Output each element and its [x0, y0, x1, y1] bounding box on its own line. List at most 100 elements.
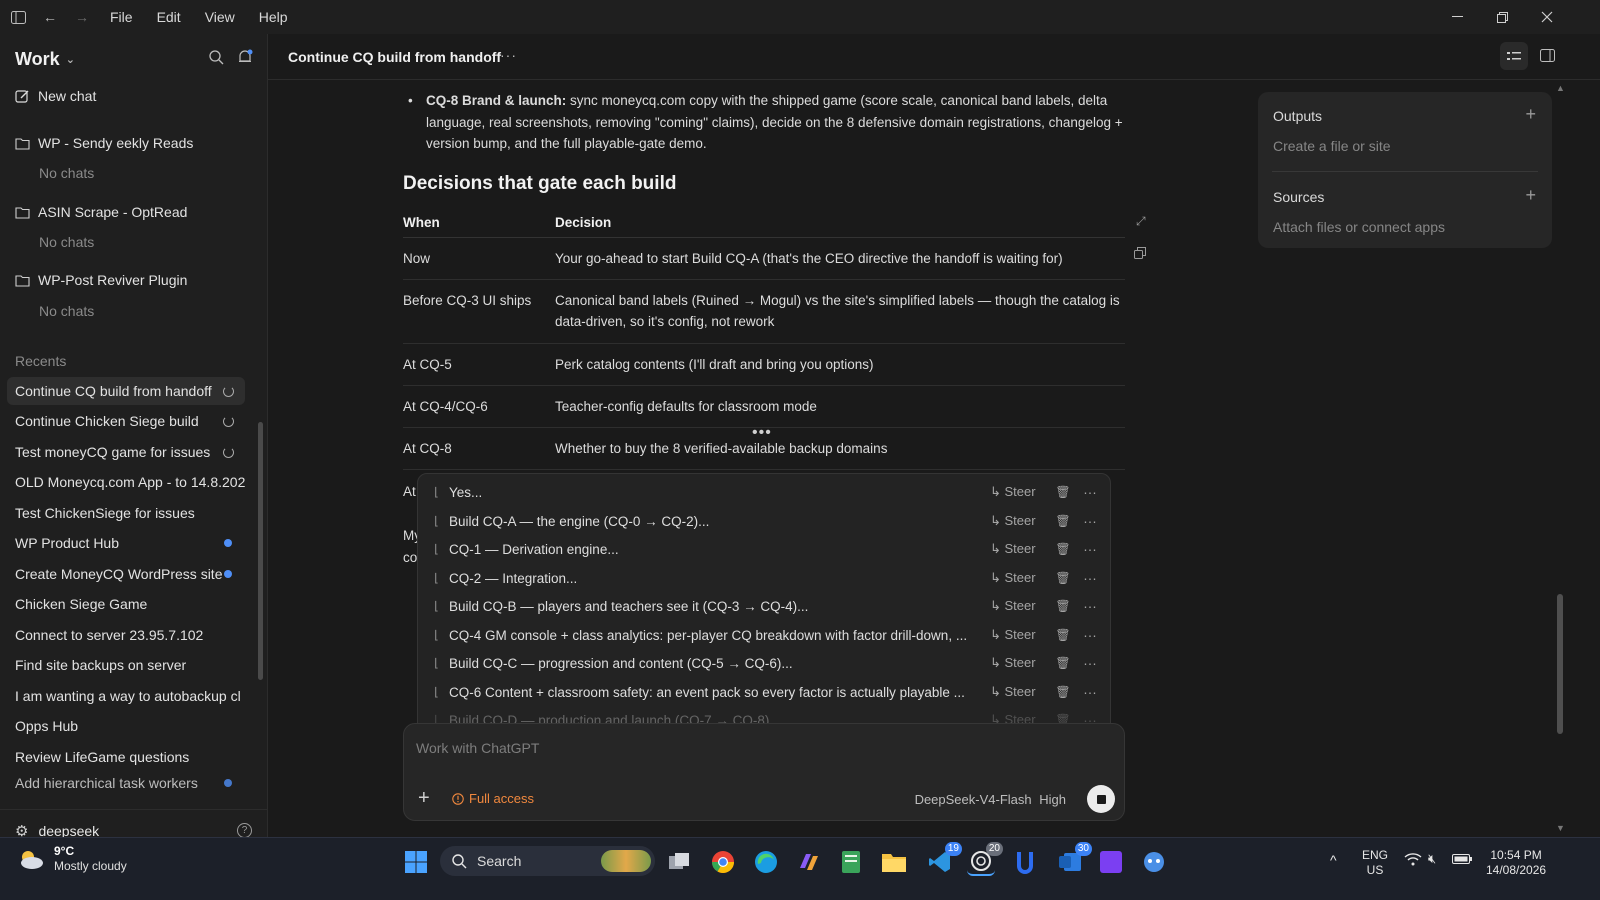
- recent-chat-item[interactable]: Find site backups on server: [7, 651, 245, 679]
- volume-muted-icon[interactable]: 🔇︎: [1428, 851, 1436, 867]
- trash-icon[interactable]: 🗑: [1050, 628, 1076, 642]
- model-selector[interactable]: DeepSeek-V4-Flash High: [915, 792, 1066, 807]
- project-item[interactable]: WP-Post Reviver Plugin: [15, 272, 187, 288]
- file-explorer-icon[interactable]: [880, 848, 908, 876]
- trash-icon[interactable]: 🗑: [1050, 485, 1076, 499]
- battery-icon[interactable]: [1452, 852, 1472, 868]
- close-button[interactable]: [1524, 0, 1570, 34]
- notepad-app-icon[interactable]: [837, 848, 865, 876]
- queued-message[interactable]: ⌊ CQ-6 Content + classroom safety: an eve…: [418, 678, 1110, 706]
- more-options-icon[interactable]: ···: [1076, 599, 1104, 614]
- steer-button[interactable]: ↳ Steer: [990, 484, 1050, 500]
- queued-message[interactable]: ⌊ Build CQ-C — progression and content (C…: [418, 649, 1110, 677]
- recent-chat-item[interactable]: Chicken Siege Game: [7, 590, 245, 618]
- wifi-icon[interactable]: [1404, 852, 1422, 869]
- recent-chat-item[interactable]: Create MoneyCQ WordPress site: [7, 560, 245, 588]
- game-controller-icon[interactable]: [1140, 848, 1168, 876]
- recent-chat-item[interactable]: Test moneyCQ game for issues: [7, 438, 245, 466]
- trash-icon[interactable]: 🗑: [1050, 542, 1076, 556]
- recent-chat-item[interactable]: Continue Chicken Siege build: [7, 407, 245, 435]
- scroll-down-arrow-icon[interactable]: ▼: [1556, 823, 1565, 833]
- steer-button[interactable]: ↳ Steer: [990, 570, 1050, 586]
- queued-message[interactable]: ⌊ Yes... ↳ Steer 🗑 ···: [418, 478, 1110, 506]
- steer-button[interactable]: ↳ Steer: [990, 541, 1050, 557]
- new-chat-button[interactable]: New chat: [15, 88, 96, 104]
- chrome-icon[interactable]: [709, 848, 737, 876]
- add-source-icon[interactable]: +: [1525, 185, 1536, 206]
- expand-table-icon[interactable]: ⤢: [1136, 214, 1146, 229]
- steer-button[interactable]: ↳ Steer: [990, 598, 1050, 614]
- queued-message[interactable]: ⌊ CQ-2 — Integration... ↳ Steer 🗑 ···: [418, 564, 1110, 592]
- workspace-switcher[interactable]: Work ⌄: [15, 49, 75, 70]
- steer-button[interactable]: ↳ Steer: [990, 627, 1050, 643]
- language-indicator[interactable]: ENG US: [1362, 848, 1388, 878]
- more-options-icon[interactable]: ···: [1076, 685, 1104, 700]
- more-options-icon[interactable]: ···: [1076, 571, 1104, 586]
- recent-chat-item[interactable]: WP Product Hub: [7, 529, 245, 557]
- trash-icon[interactable]: 🗑: [1050, 514, 1076, 528]
- forward-arrow-icon[interactable]: →: [72, 7, 92, 27]
- start-button[interactable]: [402, 848, 430, 876]
- sidebar-scrollbar[interactable]: [258, 422, 263, 680]
- taskbar-search[interactable]: Search: [440, 846, 655, 876]
- show-hidden-icons-icon[interactable]: ^: [1330, 852, 1337, 868]
- add-output-icon[interactable]: +: [1525, 104, 1536, 125]
- stop-button[interactable]: [1087, 785, 1115, 813]
- side-panel-toggle-icon[interactable]: [1540, 49, 1555, 65]
- recent-chat-item[interactable]: Connect to server 23.95.7.102: [7, 621, 245, 649]
- help-icon[interactable]: ?: [237, 823, 252, 838]
- menu-view[interactable]: View: [205, 9, 235, 25]
- recent-chat-item[interactable]: OLD Moneycq.com App - to 14.8.202: [7, 468, 245, 496]
- more-options-icon[interactable]: ···: [1076, 628, 1104, 643]
- trash-icon[interactable]: 🗑: [1050, 656, 1076, 670]
- edge-icon[interactable]: [752, 848, 780, 876]
- more-options-icon[interactable]: ···: [1076, 656, 1104, 671]
- outlook-icon[interactable]: 30: [1056, 842, 1092, 876]
- composer-input[interactable]: Work with ChatGPT: [416, 740, 539, 756]
- more-options-icon[interactable]: ···: [500, 47, 517, 63]
- copilot-icon[interactable]: [795, 848, 823, 876]
- notifications-bell-icon[interactable]: [237, 49, 253, 68]
- trash-icon[interactable]: 🗑: [1050, 599, 1076, 613]
- purple-app-icon[interactable]: [1097, 848, 1125, 876]
- recent-chat-item[interactable]: I am wanting a way to autobackup cl: [7, 682, 245, 710]
- recent-chat-item[interactable]: Continue CQ build from handoff: [7, 377, 245, 405]
- drag-handle-icon[interactable]: •••: [752, 424, 772, 442]
- blue-app-icon[interactable]: [1011, 848, 1039, 876]
- steer-button[interactable]: ↳ Steer: [990, 684, 1050, 700]
- project-item[interactable]: ASIN Scrape - OptRead: [15, 204, 187, 220]
- project-item[interactable]: WP - Sendy eekly Reads: [15, 135, 193, 151]
- task-view-icon[interactable]: [666, 848, 694, 876]
- queued-message[interactable]: ⌊ Build CQ-A — the engine (CQ-0 → CQ-2)..…: [418, 507, 1110, 535]
- minimize-button[interactable]: [1434, 0, 1480, 34]
- menu-edit[interactable]: Edit: [157, 9, 181, 25]
- trash-icon[interactable]: 🗑: [1050, 571, 1076, 585]
- steer-button[interactable]: ↳ Steer: [990, 513, 1050, 529]
- more-options-icon[interactable]: ···: [1076, 542, 1104, 557]
- add-attachment-icon[interactable]: +: [418, 787, 430, 810]
- attach-files-link[interactable]: Attach files or connect apps: [1273, 219, 1445, 235]
- recent-chat-item[interactable]: Add hierarchical task workers: [7, 773, 245, 793]
- queued-message[interactable]: ⌊ Build CQ-B — players and teachers see i…: [418, 592, 1110, 620]
- create-file-link[interactable]: Create a file or site: [1273, 138, 1391, 154]
- more-options-icon[interactable]: ···: [1076, 485, 1104, 500]
- weather-widget[interactable]: 9°C Mostly cloudy: [16, 844, 127, 874]
- queued-message[interactable]: ⌊ CQ-1 — Derivation engine... ↳ Steer 🗑 ···: [418, 535, 1110, 563]
- access-level-button[interactable]: Full access: [452, 791, 534, 806]
- recent-chat-item[interactable]: Test ChickenSiege for issues: [7, 499, 245, 527]
- sidebar-toggle-icon[interactable]: [8, 7, 28, 27]
- vscode-icon[interactable]: 19: [926, 842, 962, 876]
- more-options-icon[interactable]: ···: [1076, 514, 1104, 529]
- queued-message[interactable]: ⌊ CQ-4 GM console + class analytics: per-…: [418, 621, 1110, 649]
- recent-chat-item[interactable]: Review LifeGame questions: [7, 743, 245, 771]
- copy-table-icon[interactable]: [1134, 246, 1146, 262]
- clock[interactable]: 10:54 PM 14/08/2026: [1486, 848, 1546, 878]
- trash-icon[interactable]: 🗑: [1050, 685, 1076, 699]
- back-arrow-icon[interactable]: ←: [40, 7, 60, 27]
- menu-file[interactable]: File: [110, 9, 133, 25]
- search-icon[interactable]: [209, 50, 224, 68]
- menu-help[interactable]: Help: [259, 9, 288, 25]
- restore-button[interactable]: [1479, 0, 1525, 34]
- recent-chat-item[interactable]: Opps Hub: [7, 712, 245, 740]
- steer-button[interactable]: ↳ Steer: [990, 655, 1050, 671]
